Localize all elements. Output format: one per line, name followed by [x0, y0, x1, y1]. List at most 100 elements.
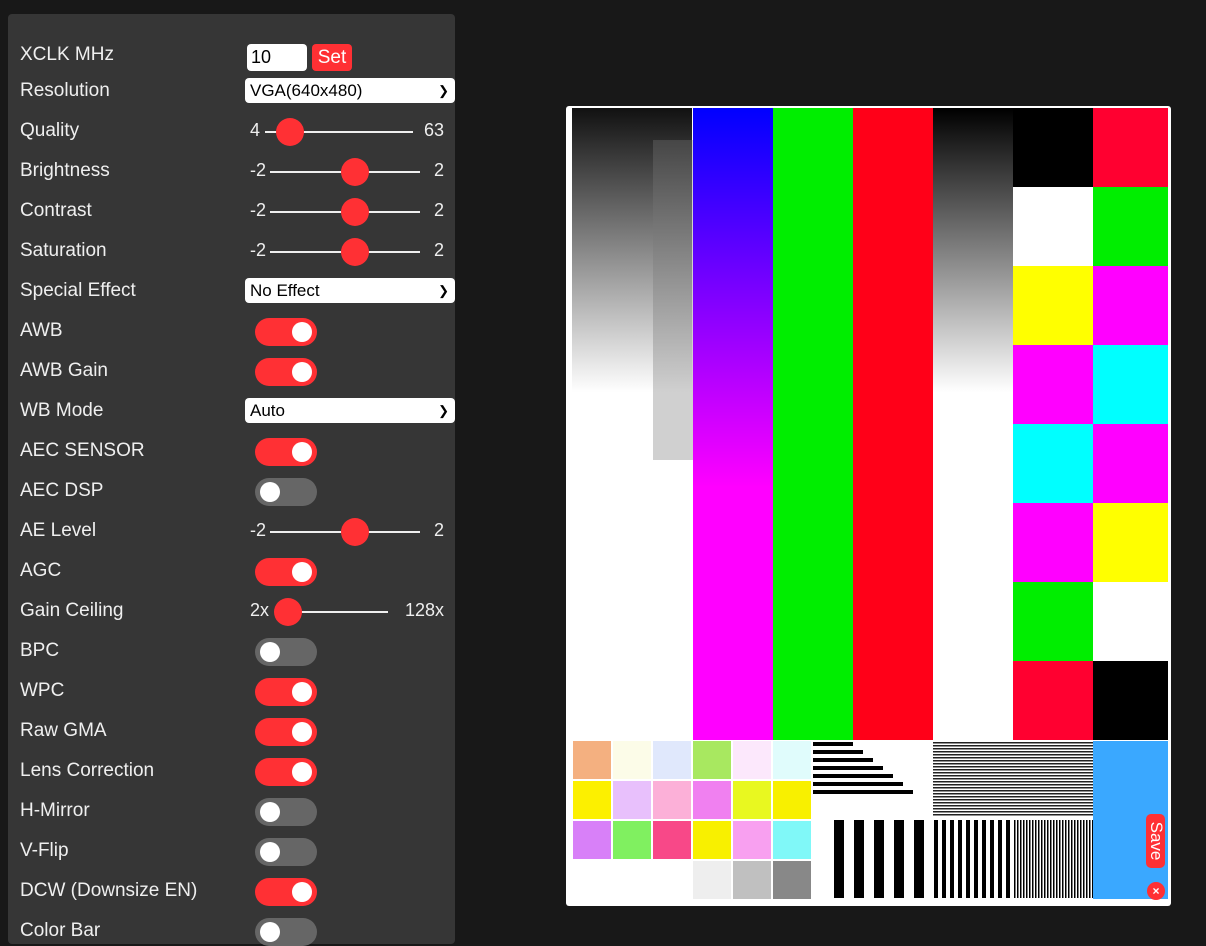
awb-gain-label: AWB Gain — [20, 360, 108, 381]
color-chip — [653, 821, 691, 859]
color-chip — [773, 821, 811, 859]
color-chip — [613, 781, 651, 819]
line-pattern-bar — [933, 757, 1093, 759]
gain-ceiling-label: Gain Ceiling — [20, 600, 124, 621]
quality-row: Quality 4 63 — [20, 116, 444, 146]
quality-max: 63 — [423, 120, 444, 140]
line-pattern-bar — [998, 820, 1002, 898]
toggle-knob — [292, 682, 312, 702]
chevron-down-icon: ❯ — [438, 283, 449, 298]
line-pattern-bar — [894, 820, 904, 898]
aec-sensor-toggle[interactable] — [255, 438, 317, 466]
contrast-max: 2 — [433, 200, 444, 220]
line-pattern-bar — [1044, 820, 1046, 898]
color-square — [1013, 345, 1093, 424]
ae-level-slider-thumb[interactable] — [341, 518, 369, 546]
line-pattern-bar — [933, 745, 1093, 747]
line-pattern-bar — [813, 766, 883, 770]
line-pattern-bar — [933, 802, 1093, 804]
color-square — [1093, 424, 1168, 503]
color-square — [1093, 345, 1168, 424]
toggle-knob — [260, 842, 280, 862]
line-pattern-bar — [1074, 820, 1076, 898]
wb-mode-value: Auto — [250, 401, 285, 420]
color-square — [1013, 266, 1093, 345]
color-chip — [613, 741, 651, 779]
lens-correction-label: Lens Correction — [20, 760, 155, 781]
toggle-knob — [292, 722, 312, 742]
chevron-down-icon: ❯ — [438, 403, 449, 418]
color-chip — [773, 741, 811, 779]
saturation-row: Saturation -2 2 — [20, 236, 444, 266]
line-pattern-bar — [834, 820, 844, 898]
dcw-row: DCW (Downsize EN) — [20, 876, 444, 906]
line-pattern-bar — [966, 820, 970, 898]
color-chip — [733, 861, 771, 899]
resolution-row: Resolution VGA(640x480) ❯ — [20, 76, 455, 106]
line-pattern-bar — [933, 760, 1093, 762]
line-pattern-bar — [1059, 820, 1061, 898]
raw-gma-toggle[interactable] — [255, 718, 317, 746]
aec-dsp-label: AEC DSP — [20, 480, 104, 501]
color-chip — [613, 821, 651, 859]
contrast-slider-thumb[interactable] — [341, 198, 369, 226]
close-stream-button[interactable]: × — [1147, 882, 1165, 900]
gain-ceiling-row: Gain Ceiling 2x 128x — [20, 596, 444, 626]
line-pattern-bar — [813, 750, 863, 754]
brightness-slider-thumb[interactable] — [341, 158, 369, 186]
awb-toggle[interactable] — [255, 318, 317, 346]
awb-row: AWB — [20, 316, 444, 346]
resolution-select[interactable]: VGA(640x480) ❯ — [245, 78, 455, 103]
wpc-toggle[interactable] — [255, 678, 317, 706]
xclk-row: XCLK MHz Set — [20, 40, 444, 71]
line-pattern-bar — [933, 781, 1093, 783]
brightness-max: 2 — [433, 160, 444, 180]
gain-ceiling-slider-thumb[interactable] — [274, 598, 302, 626]
wpc-label: WPC — [20, 680, 65, 701]
awb-gain-row: AWB Gain — [20, 356, 444, 386]
line-pattern-bar — [1071, 820, 1073, 898]
special-effect-select[interactable]: No Effect ❯ — [245, 278, 455, 303]
colorbar-toggle[interactable] — [255, 918, 317, 946]
line-pattern-bar — [854, 820, 864, 898]
color-chip — [573, 821, 611, 859]
wb-mode-select[interactable]: Auto ❯ — [245, 398, 455, 423]
wb-mode-label: WB Mode — [20, 400, 104, 421]
color-chip — [653, 781, 691, 819]
agc-toggle[interactable] — [255, 558, 317, 586]
save-button[interactable]: Save — [1146, 814, 1166, 868]
aec-dsp-toggle[interactable] — [255, 478, 317, 506]
color-chip — [573, 741, 611, 779]
color-square — [1093, 266, 1168, 345]
contrast-row: Contrast -2 2 — [20, 196, 444, 226]
saturation-slider-thumb[interactable] — [341, 238, 369, 266]
toggle-knob — [292, 322, 312, 342]
set-xclk-button[interactable]: Set — [312, 44, 352, 71]
line-pattern-bar — [813, 782, 903, 786]
line-pattern-bar — [933, 754, 1093, 756]
aec-sensor-row: AEC SENSOR — [20, 436, 444, 466]
color-chip — [653, 861, 691, 899]
line-pattern-bar — [1041, 820, 1043, 898]
color-square — [1093, 503, 1168, 582]
toggle-knob — [260, 642, 280, 662]
color-square — [1013, 187, 1093, 266]
quality-slider-thumb[interactable] — [276, 118, 305, 146]
hmirror-toggle[interactable] — [255, 798, 317, 826]
line-pattern-bar — [1026, 820, 1028, 898]
ae-level-label: AE Level — [20, 520, 97, 541]
vflip-row: V-Flip — [20, 836, 444, 866]
color-chip — [733, 821, 771, 859]
toggle-knob — [292, 362, 312, 382]
contrast-label: Contrast — [20, 200, 92, 221]
vflip-toggle[interactable] — [255, 838, 317, 866]
xclk-input[interactable] — [247, 44, 307, 71]
line-pattern-bar — [1077, 820, 1079, 898]
dcw-toggle[interactable] — [255, 878, 317, 906]
ae-level-max: 2 — [433, 520, 444, 540]
awb-gain-toggle[interactable] — [255, 358, 317, 386]
wb-mode-row: WB Mode Auto ❯ — [20, 396, 455, 426]
color-square — [1013, 661, 1093, 740]
lens-correction-toggle[interactable] — [255, 758, 317, 786]
bpc-toggle[interactable] — [255, 638, 317, 666]
